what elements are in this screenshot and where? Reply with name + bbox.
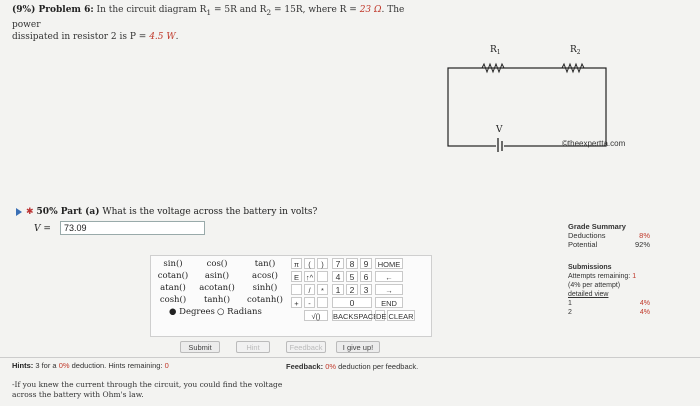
fn-atan[interactable]: atan(): [153, 283, 193, 293]
battery-icon: [496, 136, 504, 152]
hint-text: -If you knew the current through the cir…: [12, 380, 283, 399]
divider: [0, 357, 700, 358]
fn-cotan[interactable]: cotan(): [153, 271, 193, 281]
key-5[interactable]: 5: [346, 271, 358, 282]
submit-button[interactable]: Submit: [180, 341, 220, 353]
key-home[interactable]: HOME: [375, 258, 403, 269]
hints-line: Hints: 3 for a 0% deduction. Hints remai…: [12, 361, 169, 370]
feedback-button[interactable]: Feedback: [286, 341, 326, 353]
key-clear[interactable]: CLEAR: [387, 310, 415, 321]
key-backspace[interactable]: BACKSPACE: [332, 310, 378, 321]
fn-asin[interactable]: asin(): [197, 271, 237, 281]
key-blank-2[interactable]: [291, 284, 302, 295]
key-3[interactable]: 3: [360, 284, 372, 295]
feedback-line: Feedback: 0% deduction per feedback.: [286, 362, 419, 371]
grade-summary: Grade Summary Deductions 8% Potential 92%: [568, 222, 650, 249]
key-sqrt[interactable]: √(): [304, 310, 328, 321]
key-6[interactable]: 6: [360, 271, 372, 282]
key-4[interactable]: 4: [332, 271, 344, 282]
radians-radio[interactable]: ○ Radians: [217, 307, 262, 317]
fn-acos[interactable]: acos(): [243, 271, 287, 281]
v-label: V: [495, 125, 503, 135]
fn-sinh[interactable]: sinh(): [243, 283, 287, 293]
answer-input[interactable]: 73.09: [60, 221, 205, 235]
copyright: ©theexpertta.com: [562, 139, 626, 148]
key-end[interactable]: END: [375, 297, 403, 308]
fn-acotan[interactable]: acotan(): [197, 283, 237, 293]
detailed-view-link[interactable]: detailed view: [568, 290, 650, 299]
grade-summary-title: Grade Summary: [568, 222, 626, 231]
submission-row: 2 4%: [568, 309, 650, 316]
expand-arrow-icon[interactable]: [16, 207, 22, 216]
hint-button[interactable]: Hint: [236, 341, 270, 353]
key-blank-3[interactable]: [317, 297, 328, 308]
give-up-button[interactable]: I give up!: [336, 341, 380, 353]
problem-header: (9%) Problem 6:: [12, 5, 94, 15]
problem-statement: (9%) Problem 6: In the circuit diagram R…: [12, 5, 405, 42]
r1-label: R1: [490, 45, 501, 56]
calculator: sin() cos() tan() cotan() asin() acos() …: [150, 255, 432, 337]
key-plus[interactable]: +: [291, 297, 302, 308]
deductions-value: 8%: [639, 231, 650, 240]
key-pi[interactable]: π: [291, 258, 302, 269]
p-value: 4.5 W: [149, 31, 176, 42]
fn-sin[interactable]: sin(): [153, 259, 193, 269]
key-8[interactable]: 8: [346, 258, 358, 269]
fn-cosh[interactable]: cosh(): [153, 295, 193, 305]
flag-icon: ✱: [26, 207, 34, 217]
answer-label: V =: [34, 224, 51, 234]
key-9[interactable]: 9: [360, 258, 372, 269]
fn-cos[interactable]: cos(): [197, 259, 237, 269]
circuit-diagram: R1 R2 V: [447, 45, 607, 152]
key-blank-1[interactable]: [317, 271, 328, 282]
key-close-paren[interactable]: ): [317, 258, 328, 269]
fn-tan[interactable]: tan(): [243, 259, 287, 269]
key-power[interactable]: ↑^: [304, 271, 315, 282]
fn-cotanh[interactable]: cotanh(): [243, 295, 287, 305]
r-value: 23 Ω: [359, 5, 382, 15]
key-2[interactable]: 2: [346, 284, 358, 295]
key-1[interactable]: 1: [332, 284, 344, 295]
key-0[interactable]: 0: [332, 297, 372, 308]
fn-tanh[interactable]: tanh(): [197, 295, 237, 305]
key-open-paren[interactable]: (: [304, 258, 315, 269]
key-right[interactable]: →: [375, 284, 403, 295]
degrees-radio[interactable]: ● Degrees: [169, 307, 215, 317]
key-minus[interactable]: -: [304, 297, 315, 308]
key-e[interactable]: E: [291, 271, 302, 282]
submissions: Submissions Attempts remaining: 1 (4% pe…: [568, 264, 650, 316]
potential-value: 92%: [634, 240, 650, 249]
submission-row: 1 4%: [568, 300, 650, 307]
r2-label: R2: [570, 45, 581, 56]
part-a-header[interactable]: ✱ 50% Part (a) What is the voltage across…: [16, 207, 317, 217]
key-divide[interactable]: /: [304, 284, 315, 295]
key-multiply[interactable]: *: [317, 284, 328, 295]
key-7[interactable]: 7: [332, 258, 344, 269]
key-del[interactable]: DEL: [375, 310, 391, 321]
key-left[interactable]: ←: [375, 271, 403, 282]
